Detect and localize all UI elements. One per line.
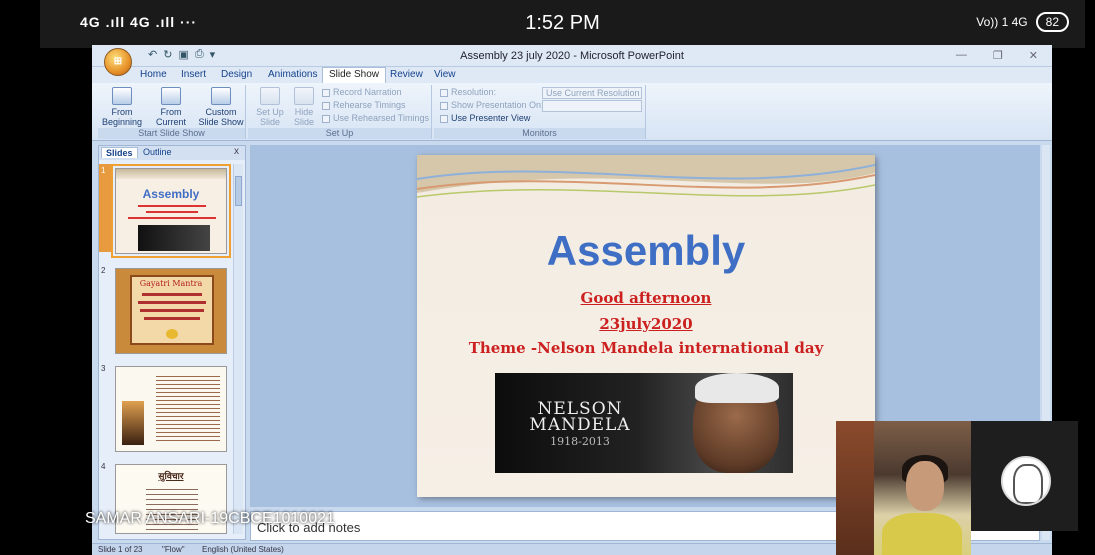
slide-number: 3 xyxy=(101,364,106,373)
theme-name: "Flow" xyxy=(162,545,185,554)
slide-counter: Slide 1 of 23 xyxy=(98,545,143,554)
slide-thumbnail-3[interactable] xyxy=(115,366,227,452)
slide-number: 4 xyxy=(101,462,106,471)
participant-video[interactable] xyxy=(836,421,971,555)
panel-scrollbar[interactable] xyxy=(233,164,243,534)
slide-header-decoration xyxy=(417,155,875,198)
battery-icon: 82 xyxy=(1035,12,1069,32)
use-rehearsed-timings-checkbox[interactable]: Use Rehearsed Timings xyxy=(322,113,429,123)
slide-thumbnail-2[interactable]: Gayatri Mantra xyxy=(115,268,227,354)
scrollbar-thumb[interactable] xyxy=(235,176,242,206)
group-label: Start Slide Show xyxy=(98,128,245,139)
tab-insert[interactable]: Insert xyxy=(181,69,206,80)
slide-number: 1 xyxy=(101,166,106,175)
window-title: Assembly 23 july 2020 - Microsoft PowerP… xyxy=(460,50,684,62)
clock-icon xyxy=(322,101,330,110)
image-caption: NELSON MANDELA xyxy=(529,399,631,435)
thumb-title: Gayatri Mantra xyxy=(139,279,203,288)
avatar-face-icon xyxy=(1013,464,1043,504)
thumb-title: Assembly xyxy=(142,187,200,201)
tab-review[interactable]: Review xyxy=(390,69,423,80)
custom-slide-show-button[interactable]: Custom Slide Show xyxy=(198,87,244,127)
projector-icon xyxy=(440,101,448,110)
slides-panel: Slides Outline x 1 Assembly 2 Gayatri Ma… xyxy=(98,145,246,540)
tab-slide-show[interactable]: Slide Show xyxy=(322,67,387,83)
panel-tabs: Slides Outline x xyxy=(99,146,245,160)
resolution-select[interactable]: Use Current Resolution xyxy=(542,87,642,99)
minimize-icon[interactable]: — xyxy=(956,49,967,62)
language-indicator: English (United States) xyxy=(202,545,284,554)
status-icons: Vo)) 1 4G 82 xyxy=(976,12,1069,32)
clock: 1:52 PM xyxy=(525,12,600,34)
use-presenter-view-checkbox[interactable]: Use Presenter View xyxy=(440,113,530,123)
thumb-title: सुविचार xyxy=(158,471,184,481)
office-button[interactable]: ⊞ xyxy=(104,48,132,76)
window-controls: — ❐ ✕ xyxy=(956,49,1038,62)
tab-home[interactable]: Home xyxy=(140,69,167,80)
network-icon: Vo)) 1 4G xyxy=(976,15,1028,29)
mandela-image: NELSON MANDELA 1918-2013 xyxy=(495,373,793,473)
close-icon[interactable]: ✕ xyxy=(1029,49,1038,62)
record-narration-button[interactable]: Record Narration xyxy=(322,87,402,97)
ribbon: From Beginning From Current Slide Custom… xyxy=(92,83,1052,141)
close-panel-icon[interactable]: x xyxy=(234,146,239,157)
ribbon-tabs: Home Insert Design Animations Slide Show… xyxy=(92,67,1052,83)
slide-line-date: 23july2020 xyxy=(599,315,693,333)
rehearse-timings-button[interactable]: Rehearse Timings xyxy=(322,100,406,110)
resolution-label: Resolution: xyxy=(440,87,496,97)
restore-icon[interactable]: ❐ xyxy=(993,49,1003,62)
slide-thumbnail-1[interactable]: Assembly xyxy=(111,164,231,258)
checkbox-icon xyxy=(440,114,448,123)
hide-slide-icon xyxy=(294,87,314,105)
setup-icon xyxy=(260,87,280,105)
group-start-slide-show: From Beginning From Current Slide Custom… xyxy=(98,85,246,139)
selected-slide-indicator xyxy=(99,164,111,252)
play-current-icon xyxy=(161,87,181,105)
current-slide[interactable]: Assembly Good afternoon 23july2020 Theme… xyxy=(417,155,875,497)
participant-name-label: SAMAR ANSARI-19CBCE1010021 xyxy=(85,510,335,527)
group-label: Set Up xyxy=(248,128,431,139)
show-on-select[interactable] xyxy=(542,100,642,112)
tab-slides[interactable]: Slides xyxy=(101,147,138,158)
image-years: 1918-2013 xyxy=(550,435,610,448)
portrait-hair xyxy=(695,373,779,403)
tab-animations[interactable]: Animations xyxy=(268,69,317,80)
slide-number: 2 xyxy=(101,266,106,275)
from-beginning-button[interactable]: From Beginning xyxy=(100,87,144,127)
show-on-label: Show Presentation On: xyxy=(440,100,544,110)
phone-status-bar: 4G .ıll 4G .ıll ··· 1:52 PM Vo)) 1 4G 82 xyxy=(40,0,1085,48)
slide-title: Assembly xyxy=(546,227,746,274)
slide-line-theme: Theme -Nelson Mandela international day xyxy=(468,339,824,357)
title-bar: ⊞ ↶ ↻ ▣ ⎙ ▾ Assembly 23 july 2020 - Micr… xyxy=(92,45,1052,76)
group-label: Monitors xyxy=(434,128,645,139)
tab-outline[interactable]: Outline xyxy=(139,147,176,157)
screen: 4G .ıll 4G .ıll ··· 1:52 PM Vo)) 1 4G 82… xyxy=(0,0,1095,555)
tab-view[interactable]: View xyxy=(434,69,456,80)
microphone-icon xyxy=(322,88,330,97)
tab-design[interactable]: Design xyxy=(221,69,252,80)
checkbox-icon xyxy=(322,114,330,123)
self-video-tile[interactable] xyxy=(971,421,1078,531)
slide-line-greeting: Good afternoon xyxy=(580,289,712,307)
custom-show-icon xyxy=(211,87,231,105)
avatar xyxy=(1001,456,1051,506)
play-icon xyxy=(112,87,132,105)
hide-slide-button[interactable]: Hide Slide xyxy=(290,87,318,127)
group-set-up: Set Up Slide Show Hide Slide Record Narr… xyxy=(248,85,432,139)
monitor-icon xyxy=(440,88,448,97)
group-monitors: Resolution: Use Current Resolution Show … xyxy=(434,85,646,139)
